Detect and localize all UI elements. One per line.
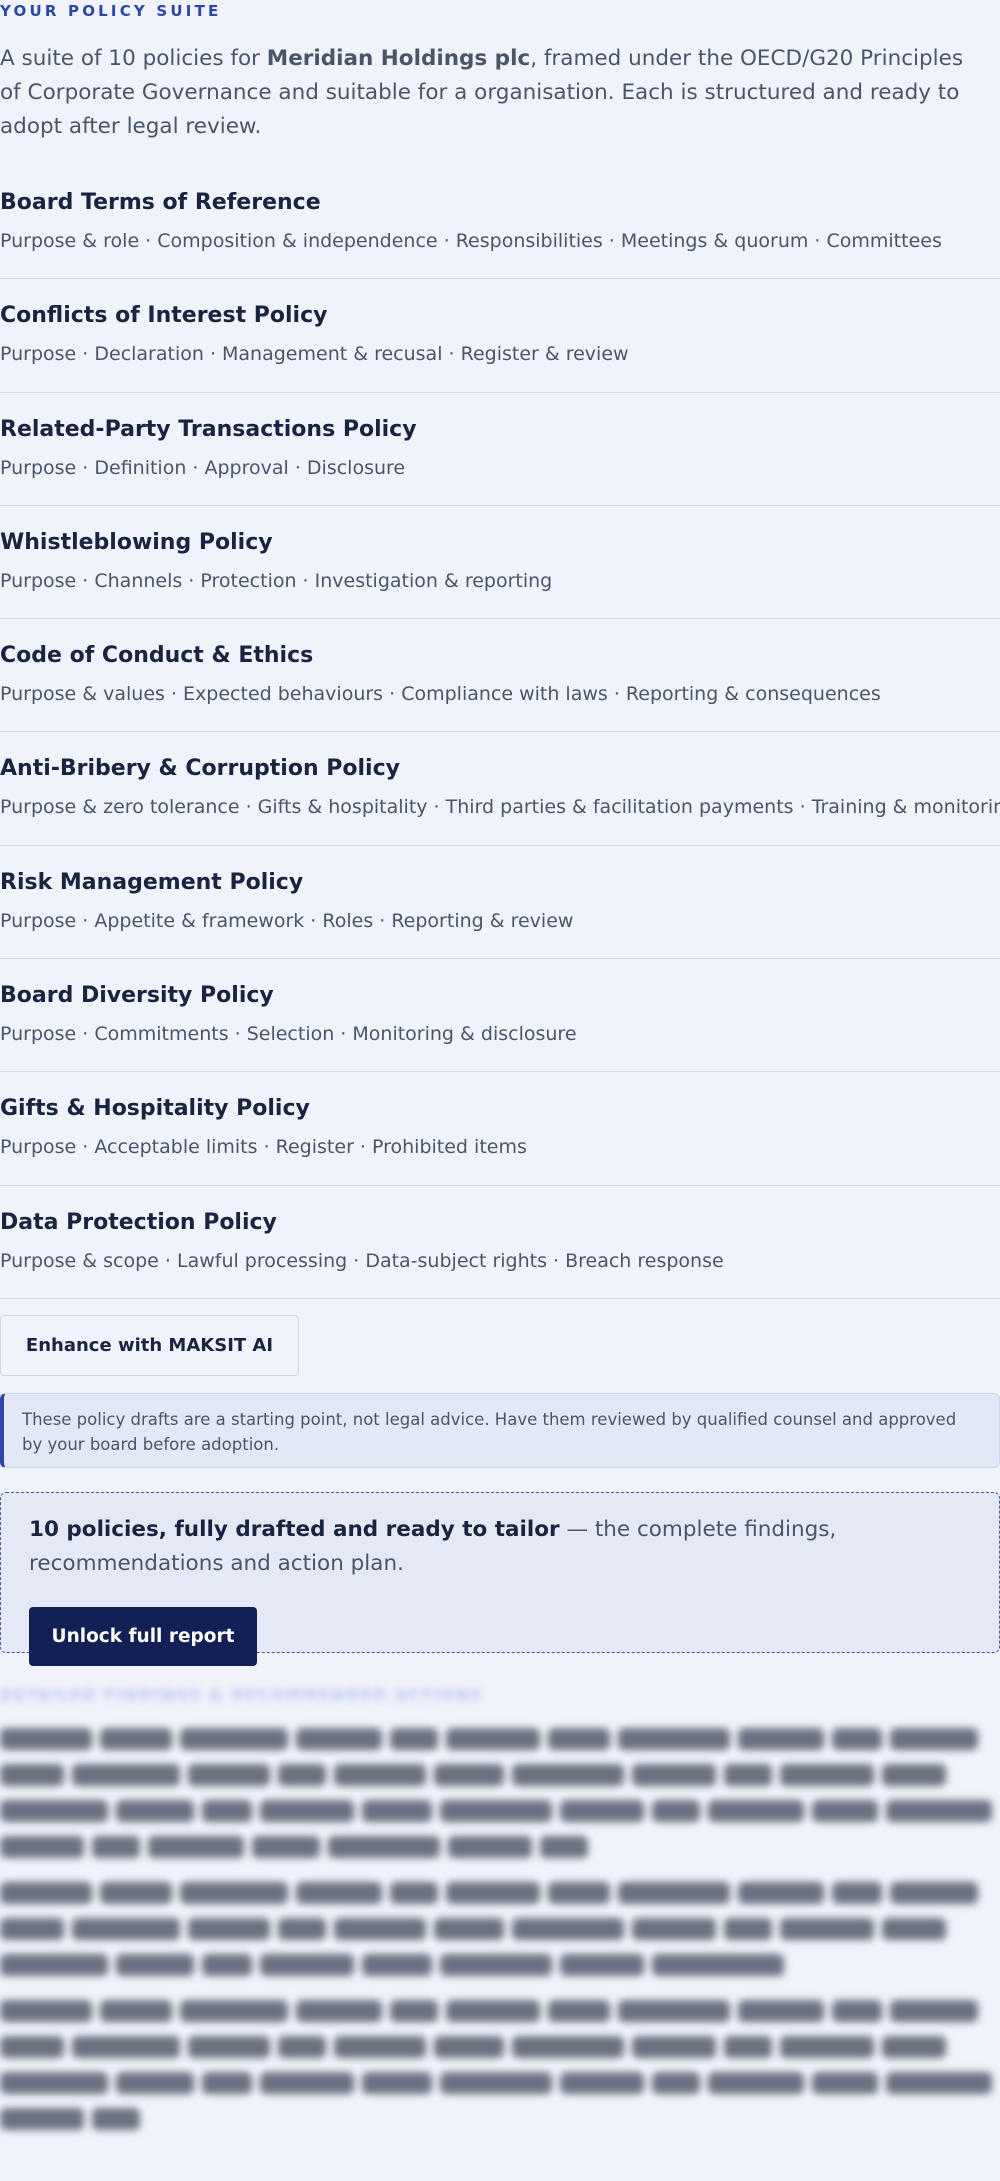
policy-item: Board Diversity Policy Purpose · Commitm… (0, 959, 1000, 1073)
policy-sections: Purpose · Declaration · Management & rec… (0, 343, 629, 366)
policy-sections: Purpose · Definition · Approval · Disclo… (0, 456, 406, 479)
suite-intro: A suite of 10 policies for Meridian Hold… (0, 42, 990, 144)
policy-item: Risk Management Policy Purpose · Appetit… (0, 846, 1000, 960)
policy-title: Whistleblowing Policy (0, 529, 273, 555)
policy-item: Code of Conduct & Ethics Purpose & value… (0, 619, 1000, 733)
locked-paragraph (0, 1882, 1000, 1980)
policy-sections: Purpose & values · Expected behaviours ·… (0, 683, 881, 706)
company-name: Meridian Holdings plc (266, 46, 531, 71)
policy-sections: Purpose & zero tolerance · Gifts & hospi… (0, 796, 1000, 819)
policy-item: Data Protection Policy Purpose & scope ·… (0, 1186, 1000, 1299)
redacted-line (0, 2036, 1000, 2062)
policy-title: Data Protection Policy (0, 1209, 277, 1235)
redacted-line (0, 1836, 1000, 1862)
upsell-text: 10 policies, fully drafted and ready to … (29, 1513, 971, 1581)
unlock-report-button[interactable]: Unlock full report (29, 1607, 257, 1666)
redacted-line (0, 1800, 1000, 1826)
policy-title: Risk Management Policy (0, 869, 304, 895)
policy-sections: Purpose & scope · Lawful processing · Da… (0, 1249, 724, 1272)
section-eyebrow: YOUR POLICY SUITE (0, 2, 222, 20)
policy-title: Anti-Bribery & Corruption Policy (0, 756, 400, 782)
legal-notice: These policy drafts are a starting point… (0, 1393, 1000, 1468)
redacted-line (0, 2108, 1000, 2134)
policy-sections: Purpose · Channels · Protection · Invest… (0, 569, 553, 592)
policy-item: Gifts & Hospitality Policy Purpose · Acc… (0, 1072, 1000, 1186)
policy-sections: Purpose · Commitments · Selection · Moni… (0, 1023, 577, 1046)
redacted-line (0, 2000, 1000, 2026)
policy-sections: Purpose · Acceptable limits · Register ·… (0, 1136, 527, 1159)
enhance-with-ai-button[interactable]: Enhance with MAKSIT AI (0, 1315, 299, 1376)
locked-paragraph (0, 1728, 1000, 1862)
locked-content: DETAILED FINDINGS & RECOMMENDED ACTIONS (0, 1686, 1000, 2154)
redacted-line (0, 1764, 1000, 1790)
policy-item: Related-Party Transactions Policy Purpos… (0, 393, 1000, 506)
policy-item: Whistleblowing Policy Purpose · Channels… (0, 506, 1000, 620)
policy-title: Code of Conduct & Ethics (0, 643, 314, 669)
redacted-line (0, 1918, 1000, 1944)
upsell-card: 10 policies, fully drafted and ready to … (0, 1492, 1000, 1666)
policy-title: Board Terms of Reference (0, 190, 321, 215)
upsell-bold: 10 policies, fully drafted and ready to … (29, 1517, 560, 1542)
policy-sections: Purpose & role · Composition & independe… (0, 230, 942, 252)
redacted-line (0, 1882, 1000, 1908)
policy-item: Conflicts of Interest Policy Purpose · D… (0, 279, 1000, 393)
redacted-line (0, 1728, 1000, 1754)
intro-prefix: A suite of 10 policies for (0, 46, 267, 71)
policy-title: Board Diversity Policy (0, 983, 274, 1009)
redacted-line (0, 1954, 1000, 1980)
policy-item: Board Terms of Reference Purpose & role … (0, 166, 1000, 280)
policy-item: Anti-Bribery & Corruption Policy Purpose… (0, 732, 1000, 846)
policy-list: Board Terms of Reference Purpose & role … (0, 166, 1000, 1299)
policy-title: Gifts & Hospitality Policy (0, 1096, 310, 1122)
redacted-line (0, 2072, 1000, 2098)
locked-paragraph (0, 2000, 1000, 2134)
policy-sections: Purpose · Appetite & framework · Roles ·… (0, 909, 574, 932)
policy-title: Related-Party Transactions Policy (0, 416, 417, 442)
locked-heading: DETAILED FINDINGS & RECOMMENDED ACTIONS (0, 1686, 484, 1704)
policy-title: Conflicts of Interest Policy (0, 303, 328, 329)
